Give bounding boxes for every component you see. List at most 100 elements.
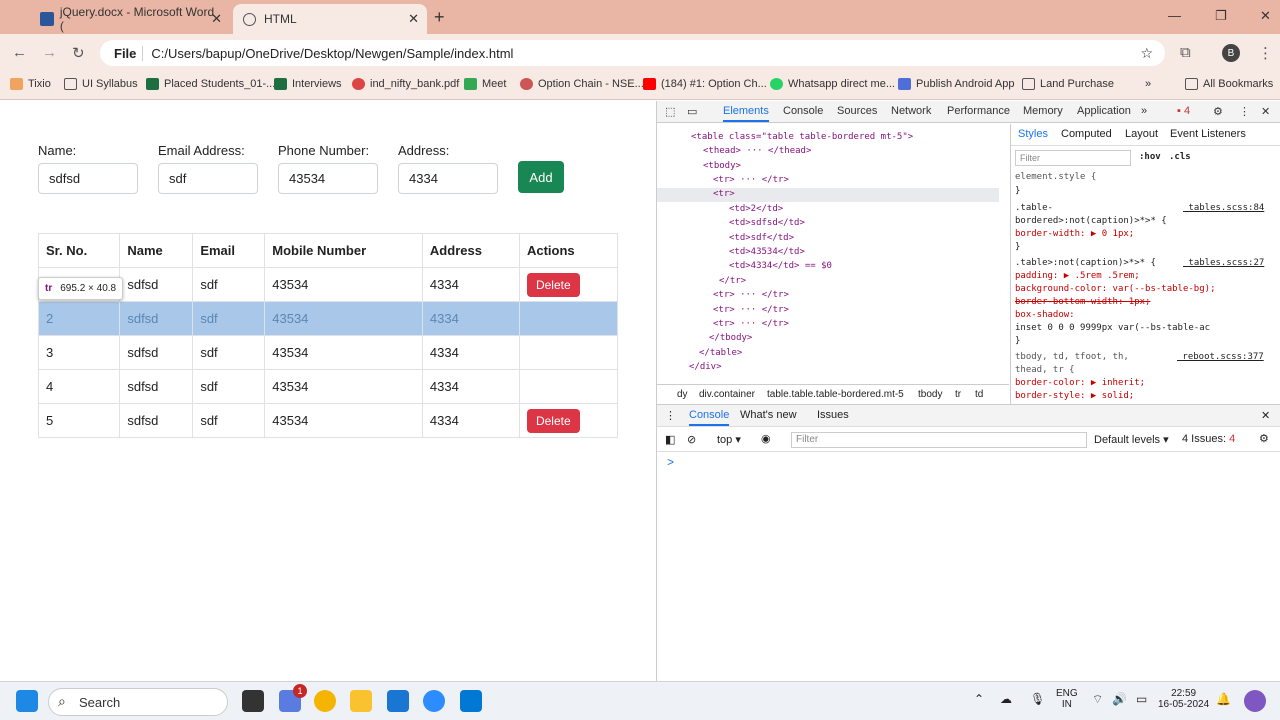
close-devtools-icon[interactable]: ✕ — [1261, 105, 1270, 118]
tab-network[interactable]: Network — [891, 105, 931, 117]
chevron-right-icon[interactable]: » — [1145, 78, 1151, 90]
notification-bell-icon[interactable]: 🔔 — [1216, 692, 1231, 706]
dom-node[interactable]: </tbody> — [709, 333, 752, 343]
context-select[interactable]: top ▾ — [717, 433, 741, 446]
taskbar-search[interactable]: ⌕ Search — [48, 688, 228, 716]
restore-icon[interactable]: ❐ — [1215, 8, 1227, 24]
zoom-icon[interactable] — [423, 690, 445, 712]
bookmark-item[interactable]: ind_nifty_bank.pdf — [352, 78, 459, 90]
phone-input[interactable]: 43534 — [278, 163, 378, 194]
chrome-icon[interactable] — [314, 690, 336, 712]
add-button[interactable]: Add — [518, 161, 564, 193]
onedrive-icon[interactable]: ☁ — [1000, 692, 1012, 706]
back-icon[interactable]: ← — [12, 44, 27, 61]
bookmark-item[interactable]: Whatsapp direct me... — [770, 78, 895, 90]
dom-node[interactable]: </tr> — [719, 276, 746, 286]
close-icon[interactable]: ✕ — [408, 11, 419, 27]
menu-icon[interactable]: ⋮ — [1258, 44, 1273, 62]
style-source-link[interactable]: _tables.scss:84 — [1183, 203, 1264, 213]
dom-node[interactable]: </div> — [689, 362, 722, 372]
dom-node[interactable]: <td>sdfsd</td> — [729, 218, 805, 228]
language-indicator[interactable]: ENG IN — [1056, 688, 1078, 710]
breadcrumb-item[interactable]: tr — [955, 389, 961, 400]
tab-html[interactable]: HTML ✕ — [233, 4, 427, 34]
bookmark-item[interactable]: Meet — [464, 78, 506, 90]
extensions-icon[interactable]: ⧉ — [1180, 44, 1191, 61]
tab-sources[interactable]: Sources — [837, 105, 877, 117]
all-bookmarks[interactable]: All Bookmarks — [1185, 78, 1273, 90]
dom-node[interactable]: <tr> — [713, 189, 735, 199]
dom-node[interactable]: <td>43534</td> — [729, 247, 805, 257]
dom-node[interactable]: <tr> ··· </tr> — [713, 319, 789, 329]
network-icon[interactable]: ⌔ — [1092, 692, 1103, 707]
more-tabs-icon[interactable]: » — [1141, 105, 1147, 117]
tab-application[interactable]: Application — [1077, 105, 1131, 117]
drawer-tab-whats-new[interactable]: What's new — [740, 409, 797, 421]
tab-performance[interactable]: Performance — [947, 105, 1010, 117]
address-input[interactable]: 4334 — [398, 163, 498, 194]
delete-button[interactable]: Delete — [526, 272, 580, 297]
issues-badge[interactable]: ▪ 4 — [1177, 105, 1190, 117]
clock[interactable]: 22:59 16-05-2024 — [1158, 688, 1209, 710]
bookmark-item[interactable]: Interviews — [274, 78, 342, 90]
dom-node[interactable]: <td>2</td> — [729, 204, 783, 214]
bookmark-item[interactable]: Option Chain - NSE... — [520, 78, 644, 90]
device-toolbar-icon[interactable]: ▭ — [687, 105, 697, 118]
clear-console-icon[interactable]: ⊘ — [687, 433, 696, 446]
tab-styles[interactable]: Styles — [1018, 128, 1048, 140]
dom-node[interactable]: <tr> ··· </tr> — [713, 175, 789, 185]
hov-toggle[interactable]: :hov — [1139, 152, 1161, 162]
style-source-link[interactable]: _tables.scss:27 — [1183, 258, 1264, 268]
style-source-link[interactable]: _reboot.scss:377 — [1177, 352, 1264, 362]
settings-icon[interactable]: ⚙ — [1213, 105, 1223, 118]
mic-icon[interactable]: 🎙 — [1030, 692, 1045, 706]
dom-node[interactable]: <tr> ··· </tr> — [713, 290, 789, 300]
breadcrumb-item[interactable]: div.container — [699, 389, 755, 400]
dom-node[interactable]: <td>4334</td> == $0 — [729, 261, 832, 271]
star-icon[interactable]: ☆ — [1140, 45, 1153, 62]
breadcrumb-item[interactable]: table.table.table-bordered.mt-5 — [767, 389, 904, 400]
breadcrumb-item[interactable]: tbody — [918, 389, 942, 400]
close-drawer-icon[interactable]: ✕ — [1261, 409, 1270, 422]
file-explorer-icon[interactable] — [350, 690, 372, 712]
tab-console[interactable]: Console — [783, 105, 823, 117]
volume-icon[interactable]: 🔊 — [1112, 692, 1127, 706]
dom-node[interactable]: <td>sdf</td> — [729, 233, 794, 243]
bookmark-item[interactable]: UI Syllabus — [64, 78, 138, 90]
tab-layout[interactable]: Layout — [1125, 128, 1158, 140]
minimize-icon[interactable]: — — [1168, 8, 1181, 23]
tab-event-listeners[interactable]: Event Listeners — [1170, 128, 1246, 140]
inspect-icon[interactable]: ⬚ — [665, 105, 675, 118]
tab-memory[interactable]: Memory — [1023, 105, 1063, 117]
drawer-menu-icon[interactable]: ⋮ — [665, 409, 676, 422]
dom-node[interactable]: <table class="table table-bordered mt-5"… — [691, 132, 913, 142]
dom-node[interactable]: <tr> ··· </tr> — [713, 305, 789, 315]
cls-toggle[interactable]: .cls — [1169, 152, 1191, 162]
app-icon[interactable]: 1 — [279, 684, 307, 712]
delete-button[interactable]: Delete — [526, 408, 580, 433]
battery-icon[interactable]: ▭ — [1136, 692, 1147, 706]
bookmark-item[interactable]: Land Purchase — [1022, 78, 1114, 90]
dom-node[interactable]: <thead> ··· </thead> — [703, 146, 811, 156]
bookmark-item[interactable]: (184) #1: Option Ch... — [643, 78, 767, 90]
more-icon[interactable]: ⋮ — [1239, 105, 1250, 118]
email-input[interactable]: sdf — [158, 163, 258, 194]
breadcrumb-item[interactable]: td — [975, 389, 983, 400]
bookmark-item[interactable]: Publish Android App — [898, 78, 1014, 90]
reload-icon[interactable]: ↻ — [72, 44, 85, 62]
eye-icon[interactable]: ◉ — [761, 432, 771, 445]
drawer-tab-issues[interactable]: Issues — [817, 409, 849, 421]
address-bar[interactable]: File C:/Users/bapup/OneDrive/Desktop/New… — [100, 40, 1165, 66]
dom-node[interactable]: </table> — [699, 348, 742, 358]
log-levels-select[interactable]: Default levels ▾ — [1094, 433, 1169, 446]
window-close-icon[interactable]: ✕ — [1260, 8, 1271, 24]
bookmark-item[interactable]: Tixio — [10, 78, 51, 90]
tray-chevron-icon[interactable]: ⌃ — [974, 692, 984, 706]
tab-computed[interactable]: Computed — [1061, 128, 1112, 140]
close-icon[interactable]: ✕ — [211, 11, 222, 27]
styles-filter-input[interactable]: Filter — [1015, 150, 1131, 166]
console-settings-icon[interactable]: ⚙ — [1259, 432, 1269, 445]
issues-count[interactable]: 4 Issues: 4 — [1182, 433, 1235, 445]
tab-elements[interactable]: Elements — [723, 105, 769, 122]
bookmark-item[interactable]: Placed Students_01-... — [146, 78, 275, 90]
